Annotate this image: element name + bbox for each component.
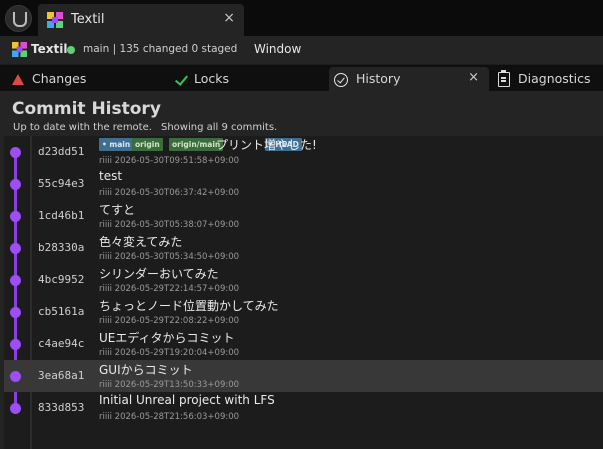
document-tab[interactable]: Textil × (38, 4, 244, 36)
commit-message: てすと (99, 203, 136, 217)
textil-app-icon (12, 42, 27, 57)
commit-message: ちょっとノード位置動かしてみた (99, 299, 279, 313)
status-dot-icon (67, 46, 75, 54)
commit-node-icon (10, 179, 21, 190)
panel-tabs: Changes Locks History × Diagnostics (0, 64, 603, 92)
commit-hash: 3ea68a1 (38, 369, 85, 382)
page-title: Commit History (12, 99, 161, 119)
commit-row[interactable]: 3ea68a1 GUIからコミット riiii 2026-05-29T13:50:3… (4, 360, 603, 392)
commit-hash: 4bc9952 (38, 273, 85, 286)
commit-hash: cb5161a (38, 305, 85, 318)
commit-list[interactable]: d23dd51 • main origin origin/main • HEAD プリント… (4, 136, 603, 449)
commit-author: riiii (99, 284, 112, 294)
commit-row[interactable]: 4bc9952 シリンダーおいてみた riiii 2026-05-29T22:14:… (4, 264, 603, 296)
tab-label: Diagnostics (518, 71, 591, 86)
commit-author: riiii (99, 380, 112, 390)
commit-count: Showing all 9 commits. (161, 122, 278, 133)
commit-row[interactable]: 1cd46b1 てすと riiii 2026-05-30T05:38:07+09:0… (4, 200, 603, 232)
commit-hash: d23dd51 (38, 145, 85, 158)
commit-author: riiii (99, 156, 112, 166)
commit-message: GUIからコミット (99, 363, 193, 377)
history-panel: Commit History Up to date with the remot… (0, 91, 603, 449)
commit-meta: riiii 2026-05-29T22:08:22+09:00 (99, 316, 239, 326)
commit-node-icon (10, 243, 21, 254)
commit-message: プリント増やした! (216, 138, 317, 152)
commit-author: riiii (99, 348, 112, 358)
document-tab-title: Textil (71, 12, 105, 27)
commit-author: riiii (99, 316, 112, 326)
commit-meta: riiii 2026-05-30T05:34:50+09:00 (99, 252, 239, 262)
commit-message: シリンダーおいてみた (99, 267, 219, 281)
commit-row[interactable]: cb5161a ちょっとノード位置動かしてみた riiii 2026-05-29T2… (4, 296, 603, 328)
clipboard-icon (498, 70, 510, 87)
commit-meta: riiii 2026-05-30T09:51:58+09:00 (99, 156, 239, 166)
ref-badge: • main (99, 138, 134, 151)
commit-row[interactable]: b28330a 色々変えてみた riiii 2026-05-30T05:34:50+… (4, 232, 603, 264)
commit-node-icon (10, 275, 21, 286)
tab-diagnostics[interactable]: Diagnostics (490, 67, 603, 92)
commit-author: riiii (99, 412, 112, 422)
commit-hash: 55c94e3 (38, 177, 85, 190)
commit-date: 2026-05-30T05:38:07+09:00 (114, 220, 240, 230)
commit-date: 2026-05-30T09:51:58+09:00 (114, 156, 240, 166)
commit-message: test (99, 169, 123, 183)
commit-row[interactable]: d23dd51 • main origin origin/main • HEAD プリント… (4, 136, 603, 168)
circle-check-icon (334, 73, 348, 87)
commit-message: UEエディタからコミット (99, 331, 235, 345)
commit-node-icon (10, 403, 21, 414)
commit-meta: riiii 2026-05-29T22:14:57+09:00 (99, 284, 239, 294)
commit-hash: b28330a (38, 241, 85, 254)
checkmark-icon (175, 73, 189, 87)
commit-node-icon (10, 307, 21, 318)
commit-message: Initial Unreal project with LFS (99, 393, 275, 407)
commit-date: 2026-05-29T22:14:57+09:00 (114, 284, 240, 294)
commit-row[interactable]: 833d853 Initial Unreal project with LFS ri… (4, 392, 603, 424)
commit-meta: riiii 2026-05-29T13:50:33+09:00 (99, 380, 239, 390)
tab-label: Locks (194, 71, 230, 86)
commit-meta: riiii 2026-05-30T06:37:42+09:00 (99, 188, 239, 198)
commit-meta: riiii 2026-05-29T19:20:04+09:00 (99, 348, 239, 358)
commit-date: 2026-05-28T21:56:03+09:00 (114, 412, 240, 422)
menu-bar: Textil main | 135 changed 0 staged Windo… (0, 36, 603, 64)
close-icon[interactable]: × (468, 70, 479, 85)
commit-node-icon (10, 371, 21, 382)
commit-row[interactable]: c4ae94c UEエディタからコミット riiii 2026-05-29T19:2… (4, 328, 603, 360)
unreal-engine-logo-icon[interactable] (5, 5, 32, 32)
window-menu[interactable]: Window (254, 42, 301, 56)
app-name: Textil (31, 42, 68, 56)
commit-date: 2026-05-29T13:50:33+09:00 (114, 380, 240, 390)
commit-node-icon (10, 147, 21, 158)
title-bar: Textil × (0, 0, 603, 36)
commit-date: 2026-05-29T22:08:22+09:00 (114, 316, 240, 326)
commit-message: 色々変えてみた (99, 235, 183, 249)
tab-changes[interactable]: Changes (0, 67, 165, 92)
ref-badge: origin (132, 138, 163, 151)
commit-hash: 1cd46b1 (38, 209, 85, 222)
branch-status: main | 135 changed 0 staged (83, 43, 238, 55)
warning-triangle-icon (12, 74, 24, 85)
commit-node-icon (10, 211, 21, 222)
commit-node-icon (10, 339, 21, 350)
tab-locks[interactable]: Locks (166, 67, 328, 92)
close-icon[interactable]: × (223, 10, 235, 26)
commit-meta: riiii 2026-05-28T21:56:03+09:00 (99, 412, 239, 422)
commit-hash: c4ae94c (38, 337, 85, 350)
commit-date: 2026-05-29T19:20:04+09:00 (114, 348, 240, 358)
commit-date: 2026-05-30T05:34:50+09:00 (114, 252, 240, 262)
commit-meta: riiii 2026-05-30T05:38:07+09:00 (99, 220, 239, 230)
tab-history[interactable]: History × (329, 67, 489, 92)
commit-hash: 833d853 (38, 401, 85, 414)
commit-author: riiii (99, 220, 112, 230)
sync-status: Up to date with the remote. (13, 122, 152, 133)
commit-author: riiii (99, 188, 112, 198)
tab-label: History (356, 71, 401, 86)
commit-date: 2026-05-30T06:37:42+09:00 (114, 188, 240, 198)
commit-row[interactable]: 55c94e3 test riiii 2026-05-30T06:37:42+09:… (4, 168, 603, 200)
textil-app-icon (47, 12, 63, 28)
tab-label: Changes (32, 71, 87, 86)
commit-author: riiii (99, 252, 112, 262)
